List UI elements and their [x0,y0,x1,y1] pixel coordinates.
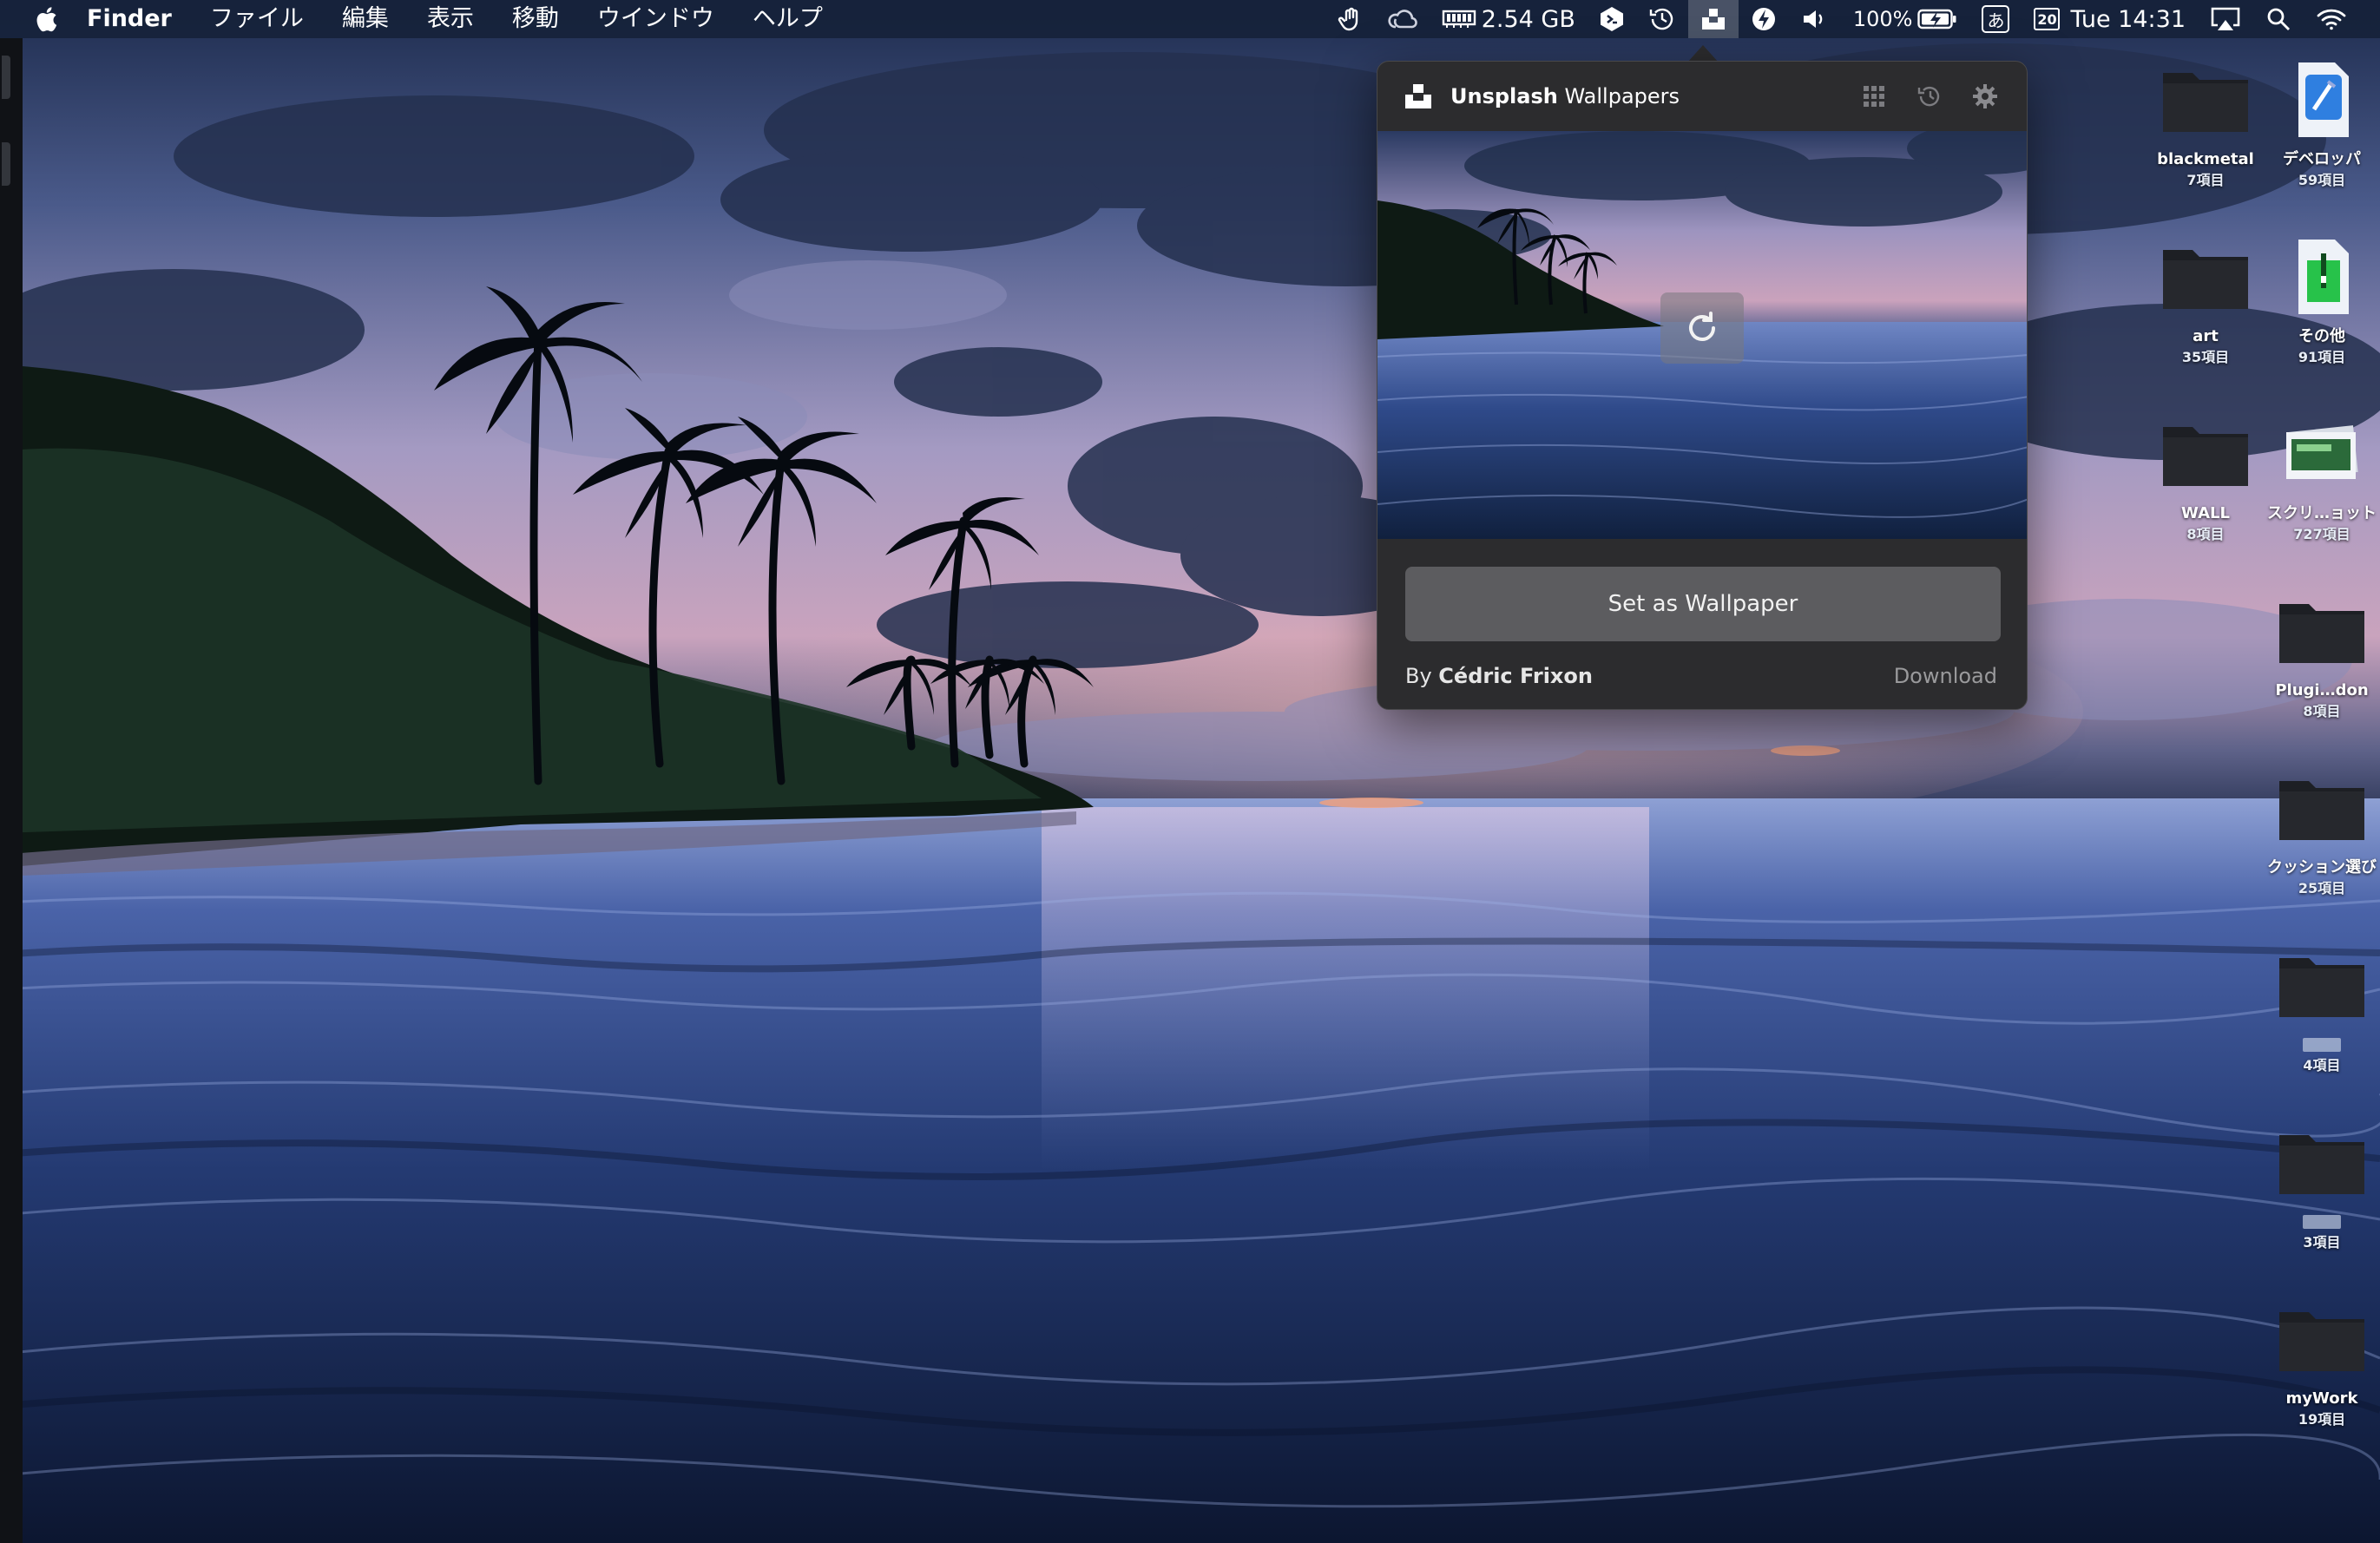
battery-status[interactable]: 100% [1841,0,1970,38]
desktop-item-label: デベロッパ [2283,150,2361,168]
menu-bar: Finder ファイル 編集 表示 移動 ウインドウ ヘルプ 2.54 GB 1… [0,0,2380,38]
xcode-document-icon [2274,61,2370,139]
set-as-wallpaper-button[interactable]: Set as Wallpaper [1405,567,2001,641]
unsplash-logo-icon [1404,82,1433,110]
hand-icon[interactable] [1325,0,1376,38]
history-icon[interactable] [1914,81,1945,112]
menu-edit[interactable]: 編集 [323,0,408,38]
desktop-item-count: 3項目 [2303,1234,2341,1251]
input-method[interactable]: あ [1969,0,2022,38]
folder-icon [2274,946,2370,1024]
refresh-button[interactable] [1660,292,1744,364]
creative-cloud-icon[interactable] [1376,0,1430,38]
window-edge-tab [2,56,10,99]
calendar-icon: 20 [2034,8,2061,30]
desktop-folder-art[interactable]: art 35項目 [2140,238,2271,368]
folder-icon [2274,1123,2370,1201]
settings-gear-icon[interactable] [1969,81,2001,112]
time-machine-icon[interactable] [1636,0,1688,38]
popover-arrow [1687,45,1719,62]
folder-icon [2158,415,2253,493]
desktop-folder-blackmetal[interactable]: blackmetal 7項目 [2140,61,2271,191]
photo-credit: By Cédric Frixon [1405,664,1593,688]
desktop-item-count: 8項目 [2303,703,2341,719]
folder-icon [2158,61,2253,139]
desktop-item-count: 35項目 [2181,349,2230,365]
desktop-item-count: 8項目 [2186,526,2225,542]
refresh-icon [1689,312,1715,341]
battery-percent-text: 100% [1852,7,1913,31]
desktop-folder-mywork[interactable]: myWork 19項目 [2257,1300,2380,1430]
memory-usage-text: 2.54 GB [1481,5,1575,33]
desktop-folder-screenshots[interactable]: スクリ…ョット 727項目 [2257,415,2380,545]
desktop-item-label: art [2193,327,2219,345]
battery-charging-icon [1917,9,1956,30]
volume-icon[interactable] [1789,0,1841,38]
memory-monitor[interactable]: 2.54 GB [1430,0,1588,38]
screenshot-stack-icon [2274,415,2370,493]
grid-icon[interactable] [1858,81,1890,112]
popover-header: Unsplash Wallpapers [1377,62,2027,131]
popover-toolbar [1858,81,2001,112]
window-edge [0,38,23,1543]
menu-help[interactable]: ヘルプ [733,0,842,38]
desktop-item-count: 7項目 [2186,172,2225,188]
unsplash-menubar-icon[interactable] [1687,0,1739,38]
clock-text: Tue 14:31 [2070,5,2186,33]
spotlight-search-icon[interactable] [2253,0,2304,38]
desktop-item-label: WALL [2181,504,2230,522]
folder-icon [2274,1300,2370,1378]
bolt-icon[interactable] [1739,0,1789,38]
menu-window[interactable]: ウインドウ [578,0,733,38]
desktop-item-label-blurred [2257,1034,2380,1055]
unsplash-popover: Unsplash Wallpapers Set as Wallpaper By … [1377,61,2028,710]
popover-title: Unsplash Wallpapers [1450,84,1680,108]
clock[interactable]: 20 Tue 14:31 [2022,0,2198,38]
hexagon-app-icon[interactable] [1588,0,1636,38]
menu-app-finder[interactable]: Finder [57,0,191,38]
archive-document-icon [2274,238,2370,316]
memory-chip-icon [1442,10,1476,28]
desktop-file-other[interactable]: その他 91項目 [2257,238,2380,368]
wallpaper-preview-image[interactable] [1377,131,2027,539]
desktop-item-count: 19項目 [2298,1411,2346,1428]
folder-icon [2158,238,2253,316]
desktop-folder-wall[interactable]: WALL 8項目 [2140,415,2271,545]
desktop-folder-cushion[interactable]: クッション選び 25項目 [2257,769,2380,899]
desktop-item-count: 727項目 [2293,526,2350,542]
blurred-label [2303,1038,2341,1052]
wifi-icon[interactable] [2304,0,2359,38]
desktop-folder-hidden-2[interactable]: 3項目 [2257,1123,2380,1253]
desktop-item-label: クッション選び [2267,858,2377,877]
menu-view[interactable]: 表示 [408,0,493,38]
desktop-app-developer[interactable]: デベロッパ 59項目 [2257,61,2380,191]
ime-hiragana-icon: あ [1982,5,2010,33]
desktop-item-label-blurred [2257,1211,2380,1232]
author-link[interactable]: Cédric Frixon [1438,664,1593,688]
window-edge-tab [2,142,10,186]
desktop-item-count: 91項目 [2298,349,2346,365]
desktop-item-label: その他 [2298,327,2345,345]
menu-file[interactable]: ファイル [191,0,323,38]
desktop-folder-plugin[interactable]: Plugi…don 8項目 [2257,592,2380,722]
desktop-item-label: スクリ…ョット [2267,504,2377,522]
desktop-item-label: Plugi…don [2275,681,2369,699]
folder-icon [2274,769,2370,847]
desktop-item-count: 4項目 [2303,1057,2341,1074]
apple-logo-icon[interactable] [35,6,57,32]
desktop-folder-hidden-1[interactable]: 4項目 [2257,946,2380,1076]
folder-icon [2274,592,2370,670]
desktop-item-count: 25項目 [2298,880,2346,896]
desktop-item-count: 59項目 [2298,172,2346,188]
blurred-label [2303,1215,2341,1229]
menu-go[interactable]: 移動 [493,0,578,38]
airplay-icon[interactable] [2198,0,2253,38]
desktop-item-label: myWork [2285,1389,2358,1408]
download-link[interactable]: Download [1894,664,1997,688]
desktop-item-label: blackmetal [2157,150,2254,168]
